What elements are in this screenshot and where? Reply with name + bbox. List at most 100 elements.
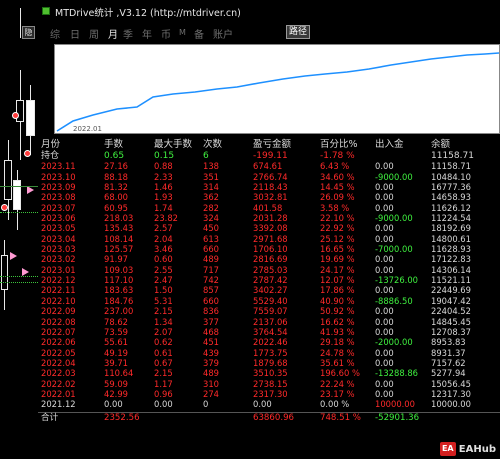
cell-lots: 88.18	[104, 171, 128, 182]
holding-lots: 0.65	[104, 151, 125, 161]
monthly-stats-table: 月份 手数 最大手数 次数 盈亏金额 百分比% 出入金 余额 持仓 0.65 0…	[38, 139, 500, 423]
cell-trades: 0	[203, 399, 209, 410]
cell-balance: 18192.69	[431, 223, 471, 234]
table-row: 2022.07 73.59 2.07 468 3764.54 41.93 % 0.00 127…	[38, 327, 500, 337]
eahub-logo-text: EAHub	[458, 443, 496, 455]
total-row: 合计 2352.56 63860.96 748.51 % -52901.36	[38, 411, 500, 423]
cell-percent: 25.12 %	[320, 233, 355, 244]
cell-balance: 15056.45	[431, 378, 471, 389]
cell-trades: 857	[203, 285, 219, 296]
table-row: 2022.12 117.10 2.47 742 2787.42 12.07 % -13726…	[38, 275, 500, 285]
tab-notes[interactable]: 备	[194, 26, 204, 41]
cell-in-out: 0.00	[375, 316, 394, 327]
cell-trades: 836	[203, 306, 219, 317]
cell-profit: 3032.81	[253, 192, 288, 203]
cell-balance: 7157.62	[431, 357, 466, 368]
path-button[interactable]: 路径	[286, 25, 310, 39]
tab-currency[interactable]: 币	[161, 26, 171, 41]
cell-period: 2023.05	[41, 223, 76, 234]
cell-lots: 55.61	[104, 337, 128, 348]
cell-max-lots: 2.33	[154, 171, 173, 182]
table-body: 2023.11 27.16 0.88 138 674.61 6.43 % 0.00 11158…	[38, 161, 500, 409]
table-row: 2023.10 88.18 2.33 351 2766.74 34.60 % -9000.0…	[38, 172, 500, 182]
tab-quarter[interactable]: 季	[123, 26, 133, 41]
candle	[4, 160, 12, 200]
eahub-watermark: EA EAHub	[439, 441, 496, 457]
cell-trades: 379	[203, 357, 219, 368]
cell-max-lots: 0.67	[154, 357, 173, 368]
cell-profit: 7559.07	[253, 306, 288, 317]
cell-max-lots: 0.88	[154, 161, 173, 172]
tab-year[interactable]: 年	[142, 26, 152, 41]
collapse-button[interactable]: 隐	[22, 26, 35, 39]
cell-lots: 0.00	[104, 399, 123, 410]
cell-lots: 183.63	[104, 285, 134, 296]
app-icon	[42, 7, 50, 15]
stats-panel: MTDrive统计 ,V3.12 (http://mtdriver.cn) 隐 …	[22, 0, 500, 459]
holding-balance: 11158.71	[431, 151, 474, 161]
tab-account[interactable]: 账户	[213, 26, 233, 41]
cell-period: 2023.11	[41, 161, 76, 172]
total-label: 合计	[41, 412, 59, 423]
cell-profit: 401.58	[253, 202, 283, 213]
table-row: 2022.03 110.64 2.15 489 3510.35 196.60 % -1328…	[38, 368, 500, 378]
cell-in-out: -9000.00	[375, 213, 413, 224]
cell-profit: 2971.68	[253, 233, 288, 244]
table-row: 2022.02 59.09 1.17 310 2738.15 22.24 % 0.00 150…	[38, 379, 500, 389]
cell-profit: 2137.06	[253, 316, 288, 327]
title-bar[interactable]: MTDrive统计 ,V3.12 (http://mtdriver.cn)	[38, 0, 500, 22]
table-row: 2022.06 55.61 0.62 451 2022.46 29.18 % -2000.0…	[38, 337, 500, 347]
cell-profit: 2118.43	[253, 182, 288, 193]
cell-max-lots: 1.17	[154, 378, 173, 389]
cell-balance: 14658.93	[431, 192, 471, 203]
tab-week[interactable]: 周	[89, 26, 99, 41]
cell-balance: 5277.94	[431, 368, 466, 379]
holding-percent: -1.78 %	[320, 151, 355, 161]
cell-profit: 0.00	[253, 399, 272, 410]
cell-period: 2022.12	[41, 275, 76, 286]
table-row: 2022.04 39.71 0.67 379 1879.68 35.61 % 0.00 715…	[38, 358, 500, 368]
cell-percent: 29.18 %	[320, 337, 355, 348]
cell-trades: 468	[203, 326, 219, 337]
cell-lots: 39.71	[104, 357, 128, 368]
table-row: 2022.10 184.76 5.31 660 5529.40 40.90 % -8886.…	[38, 296, 500, 306]
cell-in-out: -13726.00	[375, 275, 418, 286]
cell-lots: 49.19	[104, 347, 128, 358]
header-balance: 余额	[431, 139, 451, 150]
cell-trades: 451	[203, 337, 219, 348]
table-row: 2022.08 78.62 1.34 377 2137.06 16.62 % 0.00 148…	[38, 317, 500, 327]
cell-trades: 310	[203, 378, 219, 389]
header-percent: 百分比%	[320, 139, 358, 150]
eahub-logo-icon: EA	[439, 442, 456, 456]
tab-overview[interactable]: 综	[50, 26, 60, 41]
cell-max-lots: 1.74	[154, 202, 173, 213]
tab-month[interactable]: 月	[108, 26, 118, 41]
cell-profit: 3402.27	[253, 285, 288, 296]
cell-period: 2022.03	[41, 368, 76, 379]
cell-trades: 660	[203, 295, 219, 306]
cell-balance: 12708.37	[431, 326, 471, 337]
cell-percent: 16.65 %	[320, 244, 355, 255]
chart-start-label: 2022.01	[73, 125, 102, 133]
cell-percent: 19.69 %	[320, 254, 355, 265]
cell-balance: 16777.36	[431, 182, 471, 193]
cell-in-out: 0.00	[375, 388, 394, 399]
table-row: 2022.05 49.19 0.61 439 1773.75 24.78 % 0.00 893…	[38, 348, 500, 358]
cell-in-out: -8886.50	[375, 295, 413, 306]
equity-curve-chart: 2022.01	[54, 44, 500, 134]
cell-percent: 40.90 %	[320, 295, 355, 306]
cell-period: 2022.07	[41, 326, 76, 337]
total-percent: 748.51 %	[320, 412, 361, 423]
cell-percent: 22.24 %	[320, 378, 355, 389]
cell-percent: 12.07 %	[320, 275, 355, 286]
cell-trades: 489	[203, 254, 219, 265]
cell-trades: 613	[203, 233, 219, 244]
cell-max-lots: 1.50	[154, 285, 173, 296]
cell-max-lots: 0.61	[154, 347, 173, 358]
cell-lots: 60.95	[104, 202, 128, 213]
tab-day[interactable]: 日	[70, 26, 80, 41]
cell-max-lots: 23.82	[154, 213, 178, 224]
cell-period: 2023.07	[41, 202, 76, 213]
tab-magic[interactable]: M	[179, 28, 186, 37]
cell-in-out: -13288.86	[375, 368, 418, 379]
